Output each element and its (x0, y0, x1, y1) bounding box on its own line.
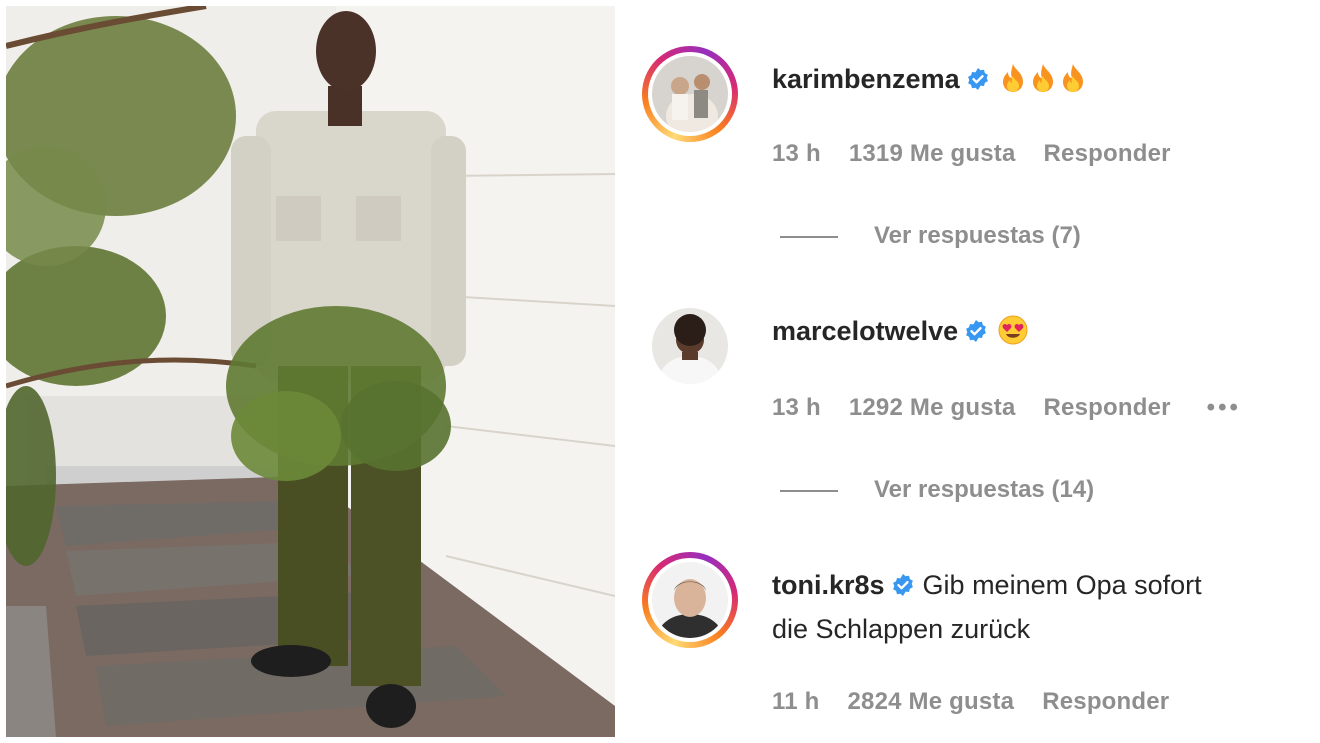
comment-time[interactable]: 13 h (772, 140, 821, 167)
comment-text: Gib meinem Opa sofort (922, 570, 1202, 600)
verified-badge-icon (966, 320, 987, 342)
reply-button[interactable]: Responder (1044, 140, 1171, 167)
comment-header: karimbenzema (772, 62, 1086, 101)
reply-button[interactable]: Responder (1044, 394, 1171, 421)
heart-eyes-emoji (998, 315, 1028, 353)
comment-text-continued: die Schlappen zurück (772, 612, 1030, 646)
verified-badge-icon (892, 574, 913, 596)
comment-meta: 11 h 2824 Me gusta Responder (772, 688, 1197, 716)
username[interactable]: marcelotwelve (772, 316, 958, 346)
replies-divider (780, 489, 838, 492)
post-photo (6, 6, 615, 737)
reply-button[interactable]: Responder (1042, 688, 1169, 715)
comment-meta: 13 h 1319 Me gusta Responder (772, 140, 1199, 168)
username[interactable]: karimbenzema (772, 64, 960, 94)
replies-divider (780, 235, 838, 238)
comment-header: marcelotwelve (772, 314, 1028, 353)
more-options-icon[interactable]: ••• (1207, 394, 1241, 421)
verified-badge-icon (967, 68, 988, 90)
comment-time[interactable]: 11 h (772, 688, 820, 715)
fire-emoji (1000, 63, 1026, 101)
comment-meta: 13 h 1292 Me gusta Responder ••• (772, 394, 1269, 422)
avatar[interactable] (652, 308, 728, 384)
story-ring[interactable] (642, 46, 738, 142)
username[interactable]: toni.kr8s (772, 570, 885, 600)
view-replies-button[interactable]: Ver respuestas (14) (780, 476, 1094, 504)
view-replies-label[interactable]: Ver respuestas (14) (874, 476, 1094, 503)
avatar[interactable] (652, 562, 728, 638)
avatar-frame[interactable] (642, 298, 738, 394)
view-replies-button[interactable]: Ver respuestas (7) (780, 222, 1081, 250)
comment-text: die Schlappen zurück (772, 614, 1031, 644)
like-count[interactable]: 1292 Me gusta (849, 394, 1016, 421)
fire-emoji (1060, 63, 1086, 101)
fire-emoji (1030, 63, 1056, 101)
like-count[interactable]: 2824 Me gusta (848, 688, 1015, 715)
story-ring[interactable] (642, 552, 738, 648)
view-replies-label[interactable]: Ver respuestas (7) (874, 222, 1081, 249)
like-count[interactable]: 1319 Me gusta (849, 140, 1016, 167)
avatar[interactable] (652, 56, 728, 132)
comment-header: toni.kr8s Gib meinem Opa sofort (772, 568, 1202, 602)
comment-time[interactable]: 13 h (772, 394, 821, 421)
comments-panel: karimbenzema 13 h 1319 Me gusta Responder … (640, 0, 1320, 743)
